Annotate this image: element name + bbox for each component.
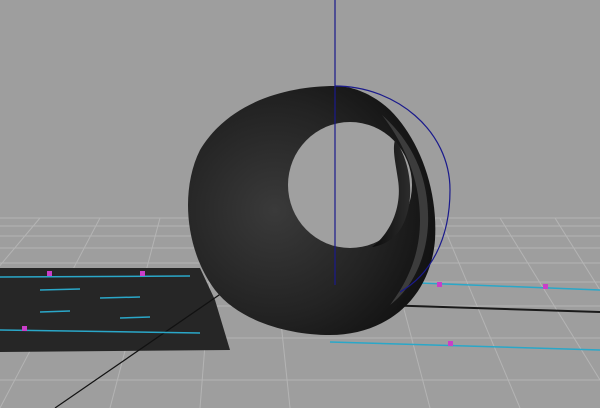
viewport-canvas[interactable] xyxy=(0,0,600,408)
3d-viewport[interactable] xyxy=(0,0,600,408)
shadow-plane[interactable] xyxy=(0,268,230,352)
